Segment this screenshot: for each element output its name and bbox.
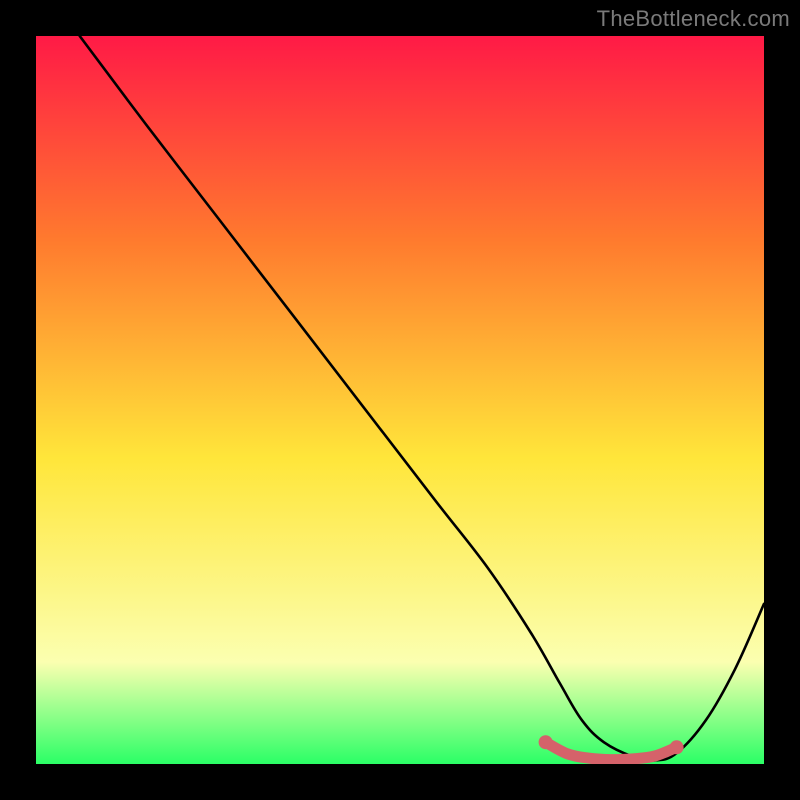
chart-svg (36, 36, 764, 764)
chart-frame: TheBottleneck.com (0, 0, 800, 800)
gradient-background (36, 36, 764, 764)
sweet-spot-endpoint (539, 735, 553, 749)
chart-plot-area (36, 36, 764, 764)
watermark-text: TheBottleneck.com (597, 6, 790, 32)
sweet-spot-endpoint (670, 740, 684, 754)
